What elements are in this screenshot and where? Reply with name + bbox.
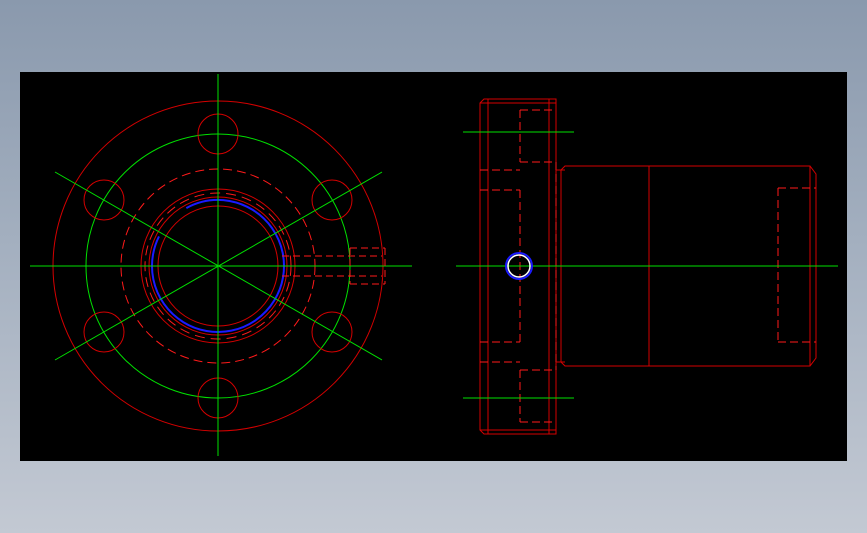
cad-drawing [30,74,838,456]
front-view [30,74,412,456]
cad-viewport[interactable] [20,72,847,461]
side-view [456,98,838,435]
front-centerlines [30,74,412,456]
